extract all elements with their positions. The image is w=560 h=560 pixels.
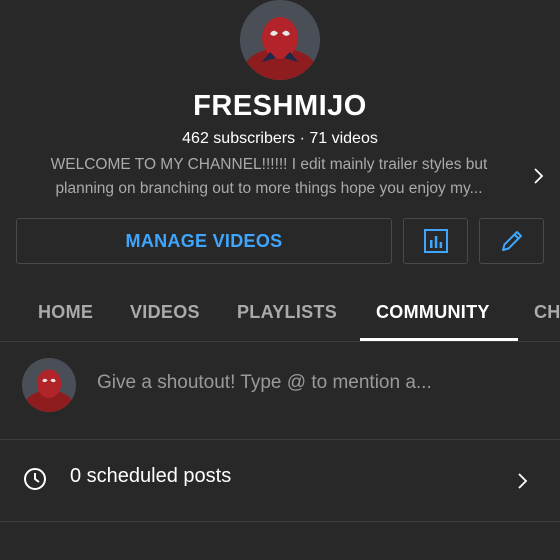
chevron-right-icon[interactable]: [528, 166, 548, 186]
user-avatar: [22, 358, 76, 412]
tab-playlists[interactable]: PLAYLISTS: [237, 290, 337, 342]
channel-avatar[interactable]: [240, 0, 320, 80]
subscriber-count: 462 subscribers: [182, 130, 296, 147]
channel-stats: 462 subscribers · 71 videos: [0, 130, 560, 148]
spiderman-avatar-image: [22, 358, 76, 412]
spiderman-avatar-image: [240, 0, 320, 80]
video-count: 71 videos: [309, 130, 378, 147]
channel-tabs: HOME VIDEOS PLAYLISTS COMMUNITY CH: [0, 290, 560, 342]
clock-icon: [24, 468, 46, 490]
manage-videos-button[interactable]: MANAGE VIDEOS: [16, 218, 392, 264]
description-line-1: WELCOME TO MY CHANNEL!!!!!! I edit mainl…: [50, 156, 488, 173]
chevron-right-icon[interactable]: [512, 471, 532, 491]
tab-community[interactable]: COMMUNITY: [376, 290, 490, 342]
pencil-icon: [501, 231, 522, 251]
active-tab-indicator: [360, 338, 518, 341]
tab-videos[interactable]: VIDEOS: [130, 290, 200, 342]
tab-home[interactable]: HOME: [38, 290, 93, 342]
description-line-2: planning on branching out to more things…: [55, 180, 483, 197]
shoutout-input[interactable]: Give a shoutout! Type @ to mention a...: [97, 372, 432, 394]
tab-channels[interactable]: CH: [534, 290, 560, 342]
manage-videos-label: MANAGE VIDEOS: [125, 230, 283, 251]
analytics-button[interactable]: [403, 218, 468, 264]
analytics-icon: [423, 229, 448, 253]
channel-description[interactable]: WELCOME TO MY CHANNEL!!!!!! I edit mainl…: [14, 153, 524, 201]
scheduled-posts-label: 0 scheduled posts: [70, 465, 232, 487]
stats-separator: ·: [299, 130, 305, 147]
channel-name: FRESHMIJO: [193, 90, 367, 122]
edit-channel-button[interactable]: [479, 218, 544, 264]
